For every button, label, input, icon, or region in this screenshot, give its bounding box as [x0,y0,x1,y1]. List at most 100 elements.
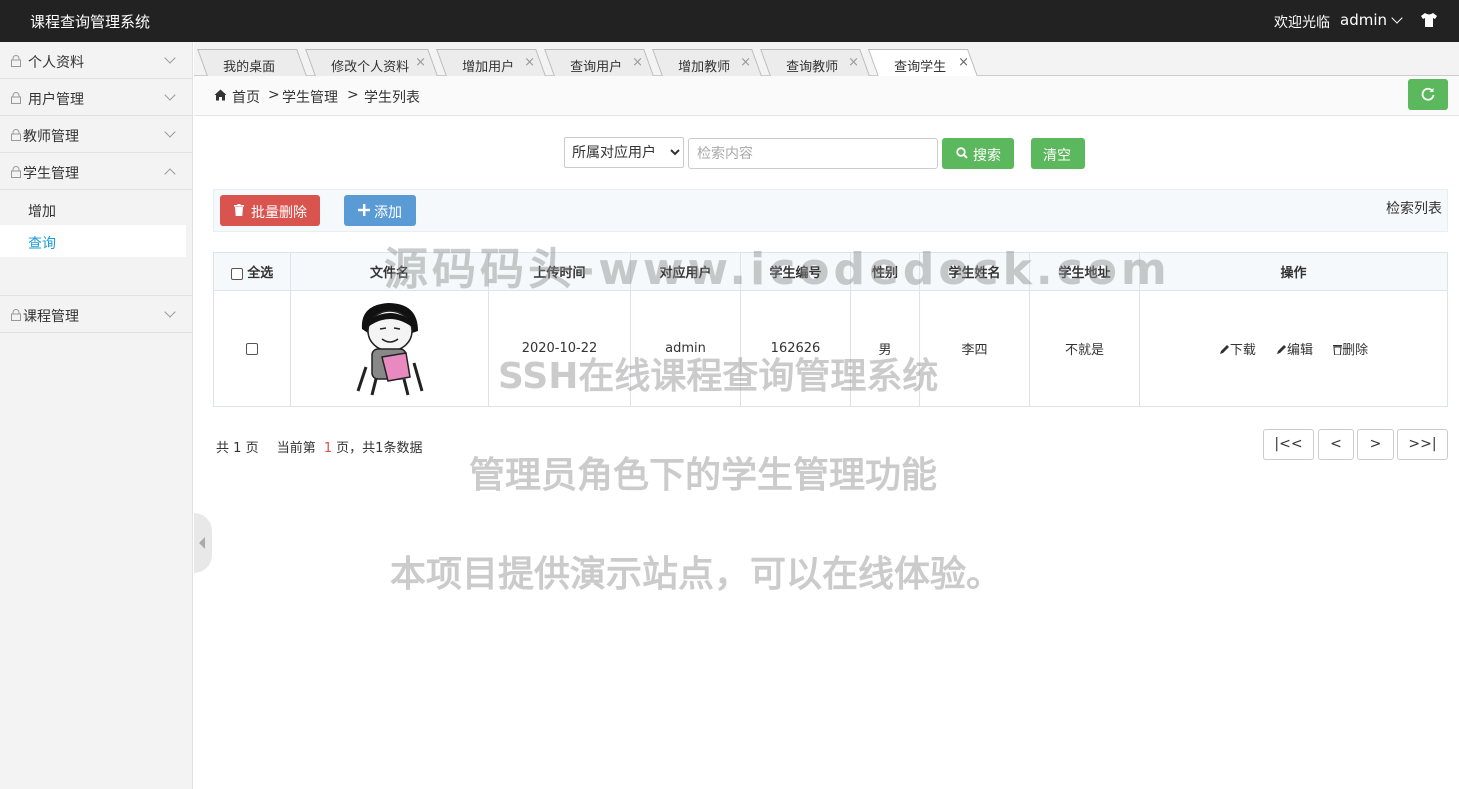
watermark-line: 管理员角色下的学生管理功能 [469,455,938,496]
close-icon[interactable]: × [958,55,969,70]
tab-desktop[interactable]: 我的桌面 [197,49,307,76]
pencil-icon [1276,345,1286,354]
chevron-down-icon [164,89,176,101]
theme-shirt-icon[interactable] [1420,12,1438,28]
chevron-down-icon [164,52,176,64]
edit-link[interactable]: 编辑 [1276,339,1313,358]
students-submenu: 增加 查询 [0,190,192,296]
close-icon[interactable]: × [848,55,859,70]
select-all-label: 全选 [247,266,274,281]
close-icon[interactable]: × [415,55,426,70]
sidebar-item-label: 教师管理 [23,129,79,145]
breadcrumb-current: 学生列表 [364,90,420,106]
sidebar-item-profile[interactable]: 个人资料 [0,42,192,79]
column-header: 学生姓名 [919,252,1030,291]
breadcrumb-section[interactable]: 学生管理 [282,87,338,107]
top-header: 课程查询管理系统 欢迎光临 admin [0,0,1459,42]
search-input[interactable] [688,138,938,169]
chevron-down-icon [164,306,176,318]
tab-add-teacher[interactable]: 增加教师 × [652,49,762,76]
lock-icon [11,55,21,67]
column-header: 文件名 [290,252,489,291]
student-name-cell: 李四 [919,290,1030,407]
first-page-button[interactable]: |<< [1263,429,1314,460]
delete-label: 删除 [1342,343,1369,358]
sidebar-item-teachers[interactable]: 教师管理 [0,116,192,153]
sidebar-item-label: 个人资料 [28,55,84,71]
batch-delete-label: 批量删除 [251,205,307,221]
row-checkbox[interactable] [246,342,258,355]
home-icon [214,89,227,101]
lock-icon [11,166,21,178]
tab-query-student[interactable]: 查询学生 × [867,49,979,77]
breadcrumb-home[interactable]: 首页 [232,87,260,107]
last-page-button[interactable]: >>| [1397,429,1448,460]
search-list-label[interactable]: 检索列表 [1386,198,1442,218]
total-pages: 1 [233,441,242,456]
pagination-info: 共 1 页 当前第 1 页，共1条数据 [216,437,422,456]
user-cell: admin [630,290,741,407]
table-toolbar: 批量删除 添加 检索列表 [213,189,1448,232]
refresh-button[interactable] [1408,79,1448,110]
sidebar-item-courses[interactable]: 课程管理 [0,296,192,333]
lock-icon [11,92,21,104]
select-all-checkbox[interactable] [230,267,243,280]
breadcrumb-separator: > [347,87,359,103]
total-pages-suffix: 页 [245,441,259,456]
plus-icon [358,204,370,216]
prev-page-button[interactable]: < [1318,429,1354,460]
column-header: 性别 [850,252,920,291]
tabs-bar: 我的桌面 修改个人资料 × 增加用户 × 查询用户 × 增加教师 × 查询教师 × 查询学… [194,42,1459,77]
tab-query-teacher[interactable]: 查询教师 × [760,49,870,76]
close-icon[interactable]: × [740,55,751,70]
batch-delete-button[interactable]: 批量删除 [220,195,320,226]
lock-icon [11,129,21,141]
username: admin [1340,11,1387,29]
tab-label: 增加用户 [462,60,515,75]
tab-query-user[interactable]: 查询用户 × [544,49,654,76]
tab-label: 我的桌面 [223,60,276,75]
tab-label: 增加教师 [678,60,731,75]
user-menu[interactable]: admin [1340,11,1403,29]
current-page-number: 1 [323,441,333,456]
sidebar: 个人资料 用户管理 教师管理 学生管理 增加 查询 课程管理 [0,42,193,789]
student-no-cell: 162626 [740,290,851,407]
sidebar-item-students[interactable]: 学生管理 [0,153,192,190]
download-link[interactable]: 下载 [1219,339,1256,358]
delete-link[interactable]: 删除 [1333,339,1368,358]
address-cell: 不就是 [1029,290,1140,407]
subitem-label: 查询 [28,236,56,252]
sidebar-item-users[interactable]: 用户管理 [0,79,192,116]
pencil-icon [1219,345,1229,354]
column-header: 对应用户 [630,252,741,291]
gender-cell: 男 [850,290,920,407]
actions-cell: 下载 编辑 删除 [1139,290,1448,407]
sidebar-item-label: 学生管理 [23,166,79,182]
add-button-label: 添加 [374,205,402,221]
sidebar-item-label: 课程管理 [23,309,79,325]
total-pages-prefix: 共 [216,441,230,456]
search-button[interactable]: 搜索 [942,138,1014,169]
subitem-label: 增加 [28,204,56,220]
select-all-header[interactable]: 全选 [213,252,291,291]
tab-add-user[interactable]: 增加用户 × [436,49,546,76]
breadcrumb-separator: > [268,87,280,103]
next-page-button[interactable]: > [1357,429,1394,460]
add-button[interactable]: 添加 [344,195,416,226]
close-icon[interactable]: × [524,55,535,70]
sidebar-collapse-handle[interactable] [194,513,212,573]
sidebar-subitem-query[interactable]: 查询 [0,225,186,257]
sidebar-subitem-add[interactable]: 增加 [0,193,186,225]
student-photo-thumbnail[interactable] [352,297,428,397]
search-field-select[interactable]: 所属对应用户 [564,137,684,168]
column-header: 学生编号 [740,252,851,291]
chevron-down-icon [164,126,176,138]
caret-left-icon [199,537,205,549]
table-header-row: 全选 文件名 上传时间 对应用户 学生编号 性别 学生姓名 学生地址 操作 [213,252,1448,291]
download-label: 下载 [1229,343,1256,358]
file-thumbnail-cell [290,290,489,407]
close-icon[interactable]: × [632,55,643,70]
clear-button[interactable]: 清空 [1031,138,1085,169]
clear-button-label: 清空 [1043,148,1071,164]
tab-edit-profile[interactable]: 修改个人资料 × [305,49,438,76]
